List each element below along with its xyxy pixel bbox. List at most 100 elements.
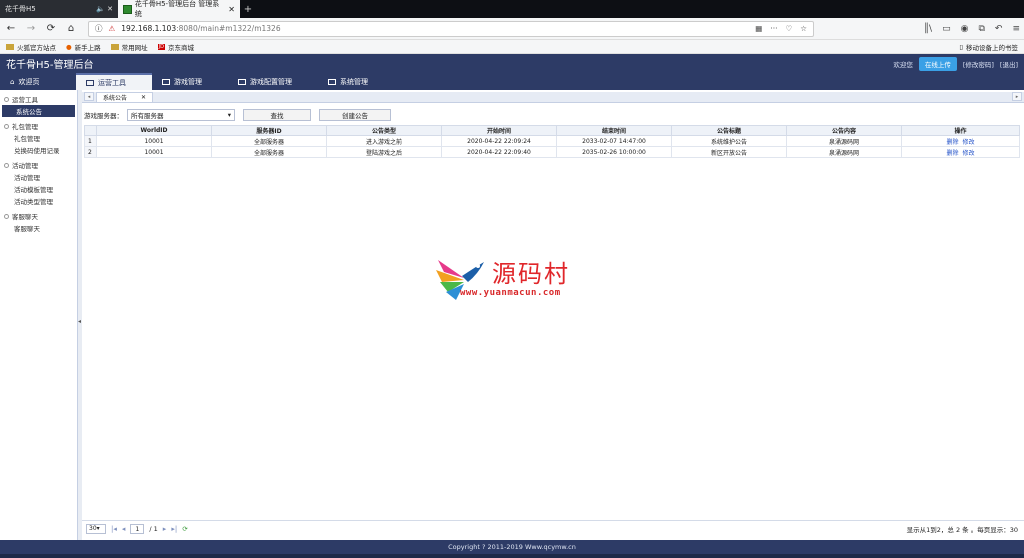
watermark-url: www.yuanmacun.com (460, 288, 561, 298)
col-actions: 操作 (901, 125, 1020, 136)
create-notice-button[interactable]: 创建公告 (319, 109, 391, 121)
delete-link[interactable]: 删除 (946, 139, 958, 146)
welcome-text: 欢迎您 (893, 60, 913, 69)
next-page-icon[interactable]: ▸ (163, 525, 167, 533)
chevron-down-icon: ▾ (227, 111, 231, 119)
tab-title: 花千骨H5 (5, 5, 36, 13)
undo-icon[interactable]: ↶ (995, 24, 1003, 34)
refresh-icon[interactable]: ⟳ (182, 525, 187, 533)
filter-toolbar: 游戏服务器： 所有服务器 ▾ 查找 创建公告 (82, 107, 1024, 123)
prev-page-icon[interactable]: ◂ (122, 525, 126, 533)
tab-system-notice[interactable]: 系统公告 ✕ (96, 92, 154, 102)
mobile-bookmarks[interactable]: ▯ 移动设备上的书签 (959, 42, 1018, 52)
bookmark-item[interactable]: JD 京东商城 (157, 42, 194, 52)
bookmark-item[interactable]: ● 新手上路 (66, 42, 101, 52)
mute-and-close-icons[interactable]: 🔈 ✕ (96, 5, 113, 13)
menu-welcome[interactable]: ⌂ 欢迎页 (0, 73, 76, 90)
group-icon (4, 162, 9, 168)
server-select[interactable]: 所有服务器 ▾ (127, 109, 235, 121)
browser-tab-strip: 花千骨H5 🔈 ✕ 花千骨H5-管理后台 管理系统 ✕ + (0, 0, 1024, 18)
total-pages: / 1 (149, 524, 158, 533)
browser-tab-1[interactable]: 花千骨H5 🔈 ✕ (0, 0, 118, 18)
group-icon (4, 213, 9, 219)
back-icon[interactable]: ← (4, 22, 18, 36)
last-page-icon[interactable]: ▸| (171, 525, 177, 533)
bookmark-item[interactable]: 常用网址 (110, 42, 148, 52)
window-icon (162, 78, 170, 85)
menu-game-management[interactable]: 游戏管理 (152, 73, 228, 90)
os-taskbar (0, 554, 1024, 558)
table-row[interactable]: 1 10001 全部服务器 进入游戏之前 2020-04-22 22:09:24… (84, 135, 1020, 147)
reload-icon[interactable]: ⟳ (44, 22, 58, 36)
window-icon (328, 78, 336, 85)
online-badge[interactable]: 在线上传 (918, 56, 957, 71)
col-start: 开始时间 (441, 125, 557, 136)
watermark-logo: 源码村 www.yuanmacun.com (434, 252, 594, 304)
search-button[interactable]: 查找 (243, 109, 311, 121)
home-icon[interactable]: ⌂ (64, 22, 78, 36)
screenshot-icon[interactable]: ⧉ (978, 24, 984, 34)
change-password-link[interactable]: [修改密码] (963, 59, 994, 69)
menu-icon[interactable]: ≡ (1012, 24, 1020, 34)
delete-link[interactable]: 删除 (946, 150, 958, 157)
bookmark-star-icon[interactable]: ☆ (800, 24, 807, 33)
top-menu: ⌂ 欢迎页 运营工具 游戏管理 游戏配置管理 系统管理 (0, 73, 1024, 90)
browser-nav-bar: ← → ⟳ ⌂ ⓘ ⚠ 192.168.1.103:8080/main#m132… (0, 18, 1024, 40)
table-header-row: WorldID 服务器ID 公告类型 开始时间 结束时间 公告标题 公告内容 操… (84, 125, 1020, 136)
footer: Copyright ? 2011-2019 Www.qcymw.cn (0, 540, 1024, 554)
new-tab-button[interactable]: + (240, 0, 256, 18)
edit-link[interactable]: 修改 (963, 150, 975, 157)
sidebar-group-chat[interactable]: 客服聊天 (0, 210, 77, 222)
page-size-select[interactable]: 30 ▾ (86, 523, 106, 534)
home-icon: ⌂ (10, 77, 15, 86)
col-serverid: 服务器ID (211, 125, 327, 136)
col-end: 结束时间 (556, 125, 672, 136)
pagination-info: 显示从1到2，总 2 条 。每页显示：30 (906, 525, 1018, 534)
logout-link[interactable]: [退出] (1000, 59, 1018, 69)
url-host: 192.168.1.103 (121, 24, 177, 33)
forward-icon[interactable]: → (24, 22, 38, 36)
tab-scroll-left-icon[interactable]: ◂ (84, 92, 94, 101)
close-tab-icon[interactable]: ✕ (228, 5, 235, 14)
browser-tab-2[interactable]: 花千骨H5-管理后台 管理系统 ✕ (118, 0, 240, 18)
qr-code-icon[interactable]: ▦ (755, 24, 762, 33)
folder-icon (6, 43, 14, 50)
main-content: 系统公告 ✕ ◂ ▸ 游戏服务器： 所有服务器 ▾ 查找 创建公告 WorldI… (82, 90, 1024, 540)
pocket-icon[interactable]: ♡ (786, 24, 793, 33)
group-icon (4, 123, 9, 129)
content-tabs: 系统公告 ✕ (82, 92, 1024, 103)
app-header: 花千骨H5-管理后台 欢迎您 在线上传 [修改密码] [退出] (0, 54, 1024, 73)
page-input[interactable]: 1 (130, 523, 145, 534)
sidebar-group-gift[interactable]: 礼包管理 (0, 120, 77, 132)
firefox-icon: ● (66, 42, 72, 51)
sidebar-item-activity[interactable]: 活动管理 (0, 171, 77, 183)
notice-table: WorldID 服务器ID 公告类型 开始时间 结束时间 公告标题 公告内容 操… (84, 125, 1020, 158)
sidebar-item-activity-template[interactable]: 活动模板管理 (0, 183, 77, 195)
menu-system[interactable]: 系统管理 (318, 73, 394, 90)
more-icon[interactable]: ··· (770, 24, 777, 33)
sidebar-item-system-notice[interactable]: 系统公告 (2, 105, 75, 117)
group-icon (4, 96, 9, 102)
table-row[interactable]: 2 10001 全部服务器 登陆游戏之后 2020-04-22 22:09:40… (84, 146, 1020, 158)
tab-scroll-right-icon[interactable]: ▸ (1012, 92, 1022, 101)
col-content: 公告内容 (786, 125, 902, 136)
sidebar-item-code-records[interactable]: 兑换码使用记录 (0, 144, 77, 156)
menu-game-config[interactable]: 游戏配置管理 (228, 73, 318, 90)
address-bar[interactable]: ⓘ ⚠ 192.168.1.103:8080/main#m1322/m1326 … (88, 20, 814, 37)
close-icon[interactable]: ✕ (141, 94, 146, 101)
sidebar-item-gift-management[interactable]: 礼包管理 (0, 132, 77, 144)
first-page-icon[interactable]: |◂ (111, 525, 117, 533)
sidebar-group-activity[interactable]: 活动管理 (0, 159, 77, 171)
sidebar-toggle-icon[interactable]: ▭ (942, 24, 951, 34)
app-title: 花千骨H5-管理后台 (6, 60, 94, 71)
library-icon[interactable]: ║\ (924, 24, 932, 34)
account-icon[interactable]: ◉ (961, 24, 969, 34)
info-icon[interactable]: ⓘ (95, 23, 103, 34)
collapse-arrow-icon[interactable]: ◂ (78, 318, 81, 325)
menu-ops-tools[interactable]: 运营工具 (76, 73, 152, 90)
sidebar-item-activity-type[interactable]: 活动类型管理 (0, 195, 77, 207)
edit-link[interactable]: 修改 (963, 139, 975, 146)
bookmark-item[interactable]: 火狐官方站点 (6, 42, 56, 52)
sidebar-item-chat[interactable]: 客服聊天 (0, 222, 77, 234)
sidebar-group-ops[interactable]: 运营工具 (0, 93, 77, 105)
